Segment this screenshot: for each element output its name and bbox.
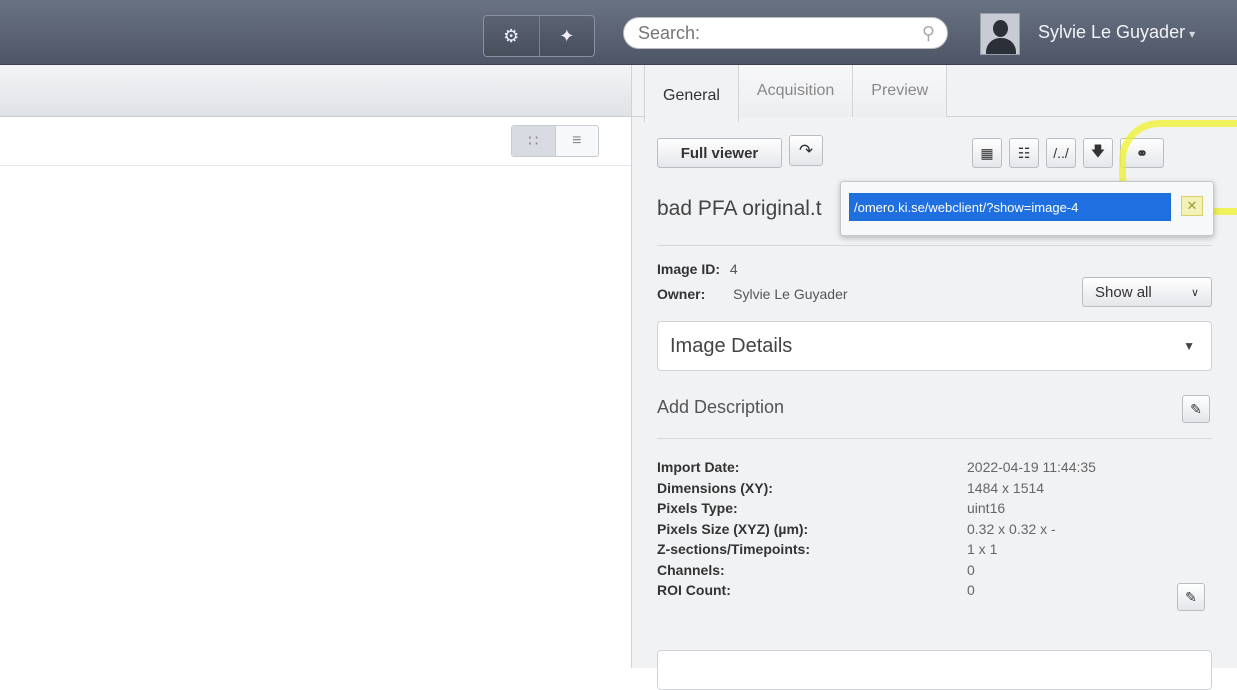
image-id-row: Image ID: 4 bbox=[657, 261, 738, 277]
detail-row: Import Date: 2022-04-19 11:44:35 bbox=[657, 457, 1096, 478]
gears-icon[interactable]: ⚙ bbox=[484, 16, 539, 56]
owner-label: Owner: bbox=[657, 286, 706, 302]
divider bbox=[0, 165, 631, 166]
image-link-field[interactable] bbox=[849, 193, 1171, 221]
user-group-icon[interactable]: ✦ bbox=[538, 16, 595, 56]
show-all-select[interactable]: Show all ∨ bbox=[1082, 277, 1212, 307]
tab-preview[interactable]: Preview bbox=[853, 65, 948, 117]
detail-key: Channels: bbox=[657, 561, 725, 578]
thumbnail-view-icon[interactable]: ∷ bbox=[512, 126, 555, 156]
image-id-label: Image ID: bbox=[657, 261, 721, 277]
full-viewer-button[interactable]: Full viewer bbox=[657, 138, 782, 168]
divider bbox=[657, 245, 1212, 246]
top-bar: ⚙ ✦ ⚲ Sylvie Le Guyader▾ bbox=[0, 0, 1237, 65]
image-details-dropdown[interactable]: Image Details ▼ bbox=[657, 321, 1212, 371]
view-toggle: ∷ ≡ bbox=[511, 125, 599, 157]
edit-description-icon[interactable]: ✎ bbox=[1182, 395, 1210, 423]
detail-value: 1 x 1 bbox=[967, 541, 998, 558]
detail-row: Pixels Size (XYZ) (µm): 0.32 x 0.32 x - bbox=[657, 519, 1096, 540]
image-details-label: Image Details bbox=[670, 335, 793, 357]
detail-key: Pixels Size (XYZ) (µm): bbox=[657, 520, 809, 537]
image-id-value: 4 bbox=[729, 261, 738, 277]
show-all-label: Show all bbox=[1095, 283, 1152, 301]
close-icon[interactable]: ✕ bbox=[1181, 196, 1203, 216]
link-popup: ✕ bbox=[840, 181, 1214, 236]
detail-value: 0.32 x 0.32 x - bbox=[967, 520, 1056, 537]
hierarchy-icon[interactable]: ☷ bbox=[1009, 138, 1039, 168]
center-panel-header bbox=[0, 65, 631, 117]
detail-key: Pixels Type: bbox=[657, 500, 738, 517]
owner-value: Sylvie Le Guyader bbox=[733, 286, 848, 302]
list-view-icon[interactable]: ≡ bbox=[554, 126, 599, 156]
tab-bar: General Acquisition Preview bbox=[644, 65, 948, 122]
user-name: Sylvie Le Guyader bbox=[1038, 22, 1186, 42]
search-input[interactable] bbox=[636, 21, 922, 45]
detail-key: Import Date: bbox=[657, 459, 740, 476]
image-info-table: Import Date: 2022-04-19 11:44:35 Dimension… bbox=[657, 457, 1096, 601]
owner-row: Owner: Sylvie Le Guyader bbox=[657, 286, 848, 302]
detail-value: 0 bbox=[967, 582, 975, 599]
divider bbox=[657, 438, 1212, 439]
caret-down-icon: ▼ bbox=[1183, 339, 1195, 353]
detail-value: 1484 x 1514 bbox=[967, 479, 1045, 496]
path-icon[interactable]: /../ bbox=[1046, 138, 1076, 168]
add-description-label: Add Description bbox=[657, 397, 785, 417]
detail-value: 0 bbox=[967, 561, 975, 578]
image-name: bad PFA original.t bbox=[657, 197, 822, 220]
edit-channels-icon[interactable]: ✎ bbox=[1177, 583, 1205, 611]
tab-general[interactable]: General bbox=[644, 65, 739, 122]
grid-icon[interactable]: ▦ bbox=[972, 138, 1002, 168]
tab-acquisition[interactable]: Acquisition bbox=[738, 65, 854, 117]
open-with-icon[interactable]: ↷ bbox=[789, 135, 823, 166]
detail-key: ROI Count: bbox=[657, 582, 731, 599]
chevron-down-icon: ∨ bbox=[1190, 286, 1199, 299]
detail-row: ROI Count: 0 bbox=[657, 580, 1096, 601]
detail-row: Pixels Type: uint16 bbox=[657, 498, 1096, 519]
script-tools-group: ⚙ ✦ bbox=[483, 15, 595, 57]
right-panel: General Acquisition Preview Full viewer … bbox=[631, 65, 1237, 690]
detail-value: 2022-04-19 11:44:35 bbox=[967, 459, 1096, 476]
detail-row: Channels: 0 bbox=[657, 560, 1096, 581]
search-box: ⚲ bbox=[623, 17, 948, 49]
detail-row: Z-sections/Timepoints: 1 x 1 bbox=[657, 539, 1096, 560]
download-icon[interactable]: 🡇 bbox=[1083, 138, 1113, 168]
detail-key: Dimensions (XY): bbox=[657, 479, 773, 496]
detail-value: uint16 bbox=[967, 500, 1006, 517]
detail-key: Z-sections/Timepoints: bbox=[657, 541, 810, 558]
detail-row: Dimensions (XY): 1484 x 1514 bbox=[657, 478, 1096, 499]
tags-panel[interactable] bbox=[657, 650, 1212, 690]
user-menu[interactable]: Sylvie Le Guyader ▾ bbox=[1038, 22, 1195, 43]
avatar[interactable] bbox=[980, 13, 1020, 55]
search-icon[interactable]: ⚲ bbox=[922, 23, 935, 44]
chevron-down-icon: ▾ bbox=[1189, 27, 1196, 41]
